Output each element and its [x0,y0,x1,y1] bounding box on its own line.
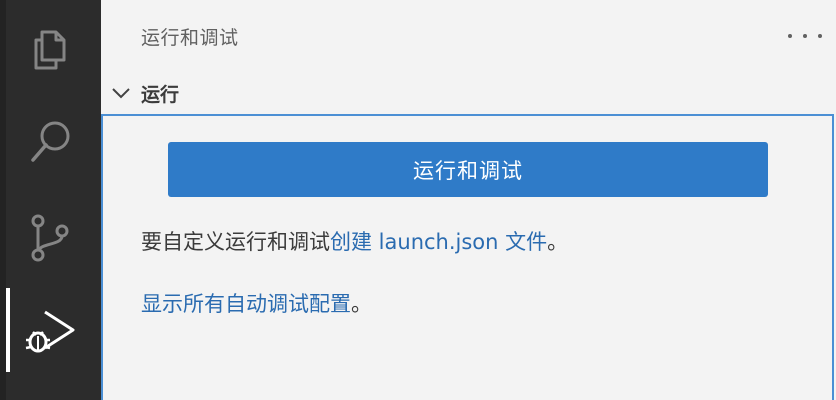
activity-item-explorer[interactable] [0,5,101,89]
chevron-down-icon [110,82,132,104]
activity-item-run-debug[interactable] [0,288,101,372]
show-all-configurations-link[interactable]: 显示所有自动调试配置 [141,292,351,316]
activity-bar [0,0,101,400]
source-control-icon [28,213,74,263]
section-label: 运行 [141,83,180,106]
files-icon [28,24,74,70]
sidebar-title: 运行和调试 [141,27,239,49]
ellipsis-icon-dot [818,34,822,38]
search-icon [27,118,75,166]
ellipsis-icon-dot [803,34,807,38]
activity-item-source-control[interactable] [0,196,101,280]
create-launch-json-link[interactable]: 创建 launch.json 文件 [330,230,547,254]
ellipsis-icon-dot [788,34,792,38]
customize-suffix: 。 [547,230,569,254]
activity-item-search[interactable] [0,100,101,184]
active-indicator [6,288,10,372]
vscode-window: 运行和调试 运行 运行和调试 要自定义运行和调试创建 launch.json 文… [0,0,836,400]
show-all-text: 显示所有自动调试配置。 [141,288,372,318]
run-debug-icon [23,302,79,358]
more-actions-button[interactable] [788,24,822,48]
run-debug-sidebar: 运行和调试 运行 运行和调试 要自定义运行和调试创建 launch.json 文… [101,0,836,400]
section-body: 运行和调试 要自定义运行和调试创建 launch.json 文件。 显示所有自动… [101,114,834,400]
show-all-suffix: 。 [351,292,372,316]
customize-text: 要自定义运行和调试创建 launch.json 文件。 [141,226,568,256]
customize-prefix: 要自定义运行和调试 [141,230,330,254]
section-header-run[interactable]: 运行 [101,74,836,112]
run-and-debug-button[interactable]: 运行和调试 [168,142,768,197]
